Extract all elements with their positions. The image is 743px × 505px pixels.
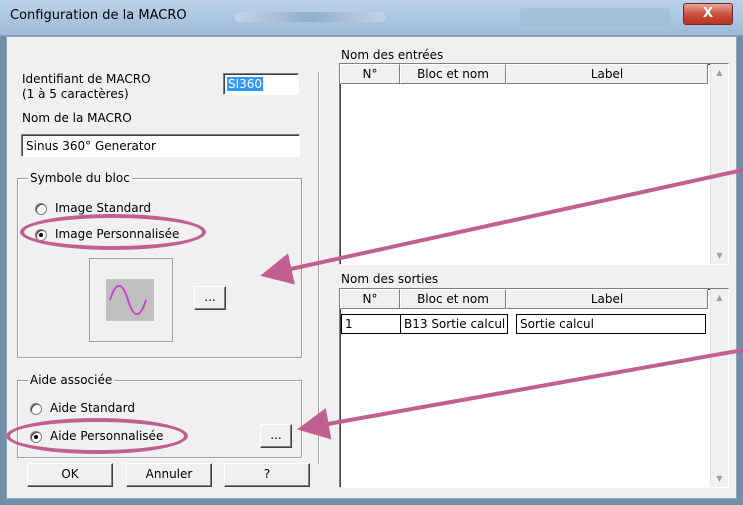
arrow-to-help [297,348,743,440]
annotation-arrows [260,168,743,440]
arrow-to-symbol [260,168,743,285]
